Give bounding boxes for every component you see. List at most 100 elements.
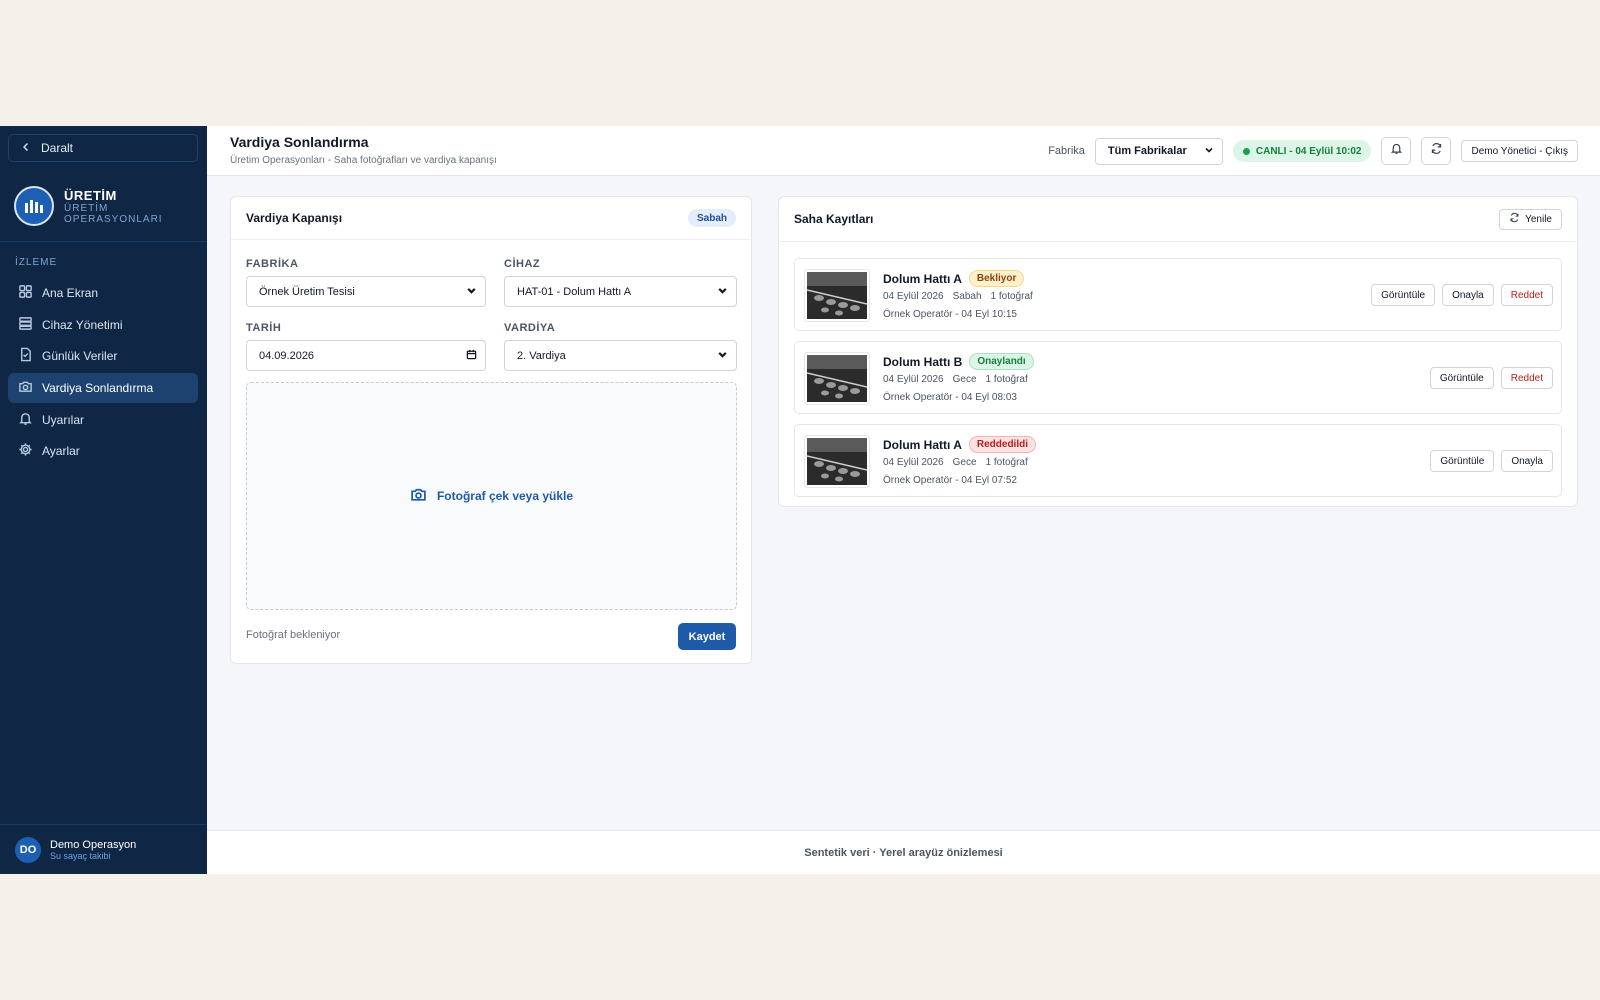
sidebar-nav: Ana Ekran Cihaz Yönetimi Günlük Veriler … [8, 278, 198, 468]
field-records-card: Saha Kayıtları Yenile Dolum Hattı A Bekl… [778, 196, 1578, 507]
refresh-icon [1430, 142, 1443, 160]
record-line-name: Dolum Hattı A [883, 437, 962, 452]
record-operator: Örnek Operatör - 04 Eyl 07:52 [883, 475, 1017, 486]
main-content: Vardiya Sonlandırma Üretim Operasyonları… [207, 126, 1600, 874]
collapse-sidebar-button[interactable]: Daralt [8, 134, 198, 162]
approve-button[interactable]: Onayla [1501, 450, 1553, 472]
view-button[interactable]: Görüntüle [1371, 284, 1436, 306]
approve-button[interactable]: Onayla [1442, 284, 1494, 306]
reject-button[interactable]: Reddet [1500, 284, 1553, 306]
page-subtitle: Üretim Operasyonları - Saha fotoğrafları… [230, 155, 497, 166]
camera-icon [18, 379, 33, 397]
refresh-records-button[interactable]: Yenile [1499, 208, 1562, 230]
status-badge: Bekliyor [968, 270, 1025, 287]
sidebar-item-label: Uyarılar [42, 412, 85, 427]
record-photo-thumbnail[interactable] [804, 435, 870, 488]
device-label: CİHAZ [504, 258, 541, 270]
sidebar-item-label: Ana Ekran [42, 286, 99, 300]
camera-icon [410, 486, 427, 506]
bell-icon [1390, 142, 1403, 160]
sidebar: Daralt ÜRETİM ÜRETİM OPERASYONLARI İZLEM… [0, 126, 207, 874]
collapse-label: Daralt [41, 141, 74, 155]
sidebar-item-label: Ayarlar [42, 444, 80, 459]
refresh-label: Yenile [1525, 213, 1552, 225]
save-button[interactable]: Kaydet [678, 623, 736, 650]
bell-icon [18, 411, 33, 429]
chevron-down-icon [1204, 145, 1214, 158]
status-badge: Onaylandı [969, 353, 1034, 370]
notifications-button[interactable] [1381, 137, 1412, 165]
sidebar-item-uyarilar[interactable]: Uyarılar [8, 405, 198, 435]
record-line-name: Dolum Hattı B [883, 354, 963, 369]
sidebar-item-cihaz-yonetimi[interactable]: Cihaz Yönetimi [8, 310, 198, 340]
date-label: TARİH [246, 322, 282, 334]
factory-label: FABRİKA [246, 258, 299, 270]
photo-upload-dropzone[interactable]: Fotoğraf çek veya yükle [246, 382, 737, 610]
footer: Sentetik veri · Yerel arayüz önizlemesi [207, 830, 1600, 874]
record-date: 04 Eylül 2026 [883, 457, 944, 468]
sidebar-item-vardiya-sonlandirma[interactable]: Vardiya Sonlandırma [8, 373, 198, 404]
page-title: Vardiya Sonlandırma [230, 134, 369, 150]
record-photo-count: 1 fotoğraf [985, 457, 1028, 468]
shift-select[interactable]: 2. Vardiya [504, 340, 737, 371]
record-photo-thumbnail[interactable] [804, 269, 870, 322]
nav-section-label: İZLEME [15, 257, 58, 268]
user-name: Demo Operasyon [50, 838, 137, 851]
live-status-badge: CANLI - 04 Eylül 10:02 [1232, 140, 1372, 162]
shift-label: VARDİYA [504, 322, 556, 334]
record-shift: Sabah [952, 291, 982, 302]
footer-text: Sentetik veri · Yerel arayüz önizlemesi [804, 846, 1003, 859]
record-photo-count: 1 fotoğraf [990, 291, 1033, 302]
brand-subtitle: ÜRETİM OPERASYONLARI [64, 202, 163, 225]
factory-logo-icon [14, 186, 54, 226]
refresh-icon [1509, 212, 1520, 226]
record-shift: Gece [952, 374, 977, 385]
record-date: 04 Eylül 2026 [883, 291, 944, 302]
gear-icon [18, 442, 33, 460]
live-status-text: CANLI - 04 Eylül 10:02 [1255, 145, 1362, 157]
record-row: Dolum Hattı B Onaylandı 04 Eylül 2026 Ge… [794, 341, 1562, 414]
date-input-value: 04.09.2026 [259, 349, 315, 362]
sidebar-user[interactable]: DO Demo Operasyon Su sayaç takibi [0, 824, 207, 874]
chevron-down-icon [466, 285, 477, 299]
date-input[interactable]: 04.09.2026 [246, 340, 486, 371]
upload-label: Fotoğraf çek veya yükle [436, 489, 574, 503]
view-button[interactable]: Görüntüle [1430, 450, 1495, 472]
sidebar-item-gunluk-veriler[interactable]: Günlük Veriler [8, 341, 198, 371]
device-select[interactable]: HAT-01 - Dolum Hattı A [504, 276, 737, 307]
device-select-value: HAT-01 - Dolum Hattı A [517, 285, 632, 298]
brand: ÜRETİM ÜRETİM OPERASYONLARI [14, 186, 174, 226]
record-operator: Örnek Operatör - 04 Eyl 08:03 [883, 392, 1017, 403]
brand-title: ÜRETİM [64, 187, 117, 203]
factory-filter-select[interactable]: Tüm Fabrikalar [1094, 137, 1223, 165]
record-operator: Örnek Operatör - 04 Eyl 10:15 [883, 309, 1017, 320]
shift-close-title: Vardiya Kapanışı [246, 211, 343, 225]
record-row: Dolum Hattı A Bekliyor 04 Eylül 2026 Sab… [794, 258, 1562, 331]
shift-close-card: Vardiya Kapanışı Sabah FABRİKA Örnek Üre… [230, 196, 752, 664]
view-button[interactable]: Görüntüle [1429, 367, 1494, 389]
reject-button[interactable]: Reddet [1500, 367, 1553, 389]
grid-icon [18, 284, 33, 302]
factory-filter-label: Fabrika [1048, 145, 1085, 157]
sidebar-item-ana-ekran[interactable]: Ana Ekran [8, 278, 198, 308]
factory-select[interactable]: Örnek Üretim Tesisi [246, 276, 486, 307]
sidebar-item-label: Vardiya Sonlandırma [42, 381, 154, 396]
photo-status-text: Fotoğraf bekleniyor [246, 629, 341, 641]
server-icon [18, 316, 33, 334]
sidebar-divider [0, 241, 207, 242]
record-photo-thumbnail[interactable] [804, 352, 870, 405]
document-icon [18, 347, 33, 365]
record-shift: Gece [952, 457, 977, 468]
shift-select-value: 2. Vardiya [517, 349, 566, 362]
logout-button[interactable]: Demo Yönetici - Çıkış [1461, 140, 1578, 162]
shift-badge: Sabah [687, 209, 736, 227]
sidebar-item-label: Cihaz Yönetimi [42, 317, 123, 332]
avatar: DO [15, 836, 41, 863]
record-date: 04 Eylül 2026 [883, 374, 944, 385]
chevron-left-icon [21, 141, 31, 155]
refresh-data-button[interactable] [1421, 137, 1452, 165]
status-badge: Reddedildi [968, 436, 1037, 453]
sidebar-item-ayarlar[interactable]: Ayarlar [8, 436, 198, 466]
calendar-icon[interactable] [466, 349, 477, 363]
user-subtitle: Su sayaç takibi [50, 850, 111, 861]
